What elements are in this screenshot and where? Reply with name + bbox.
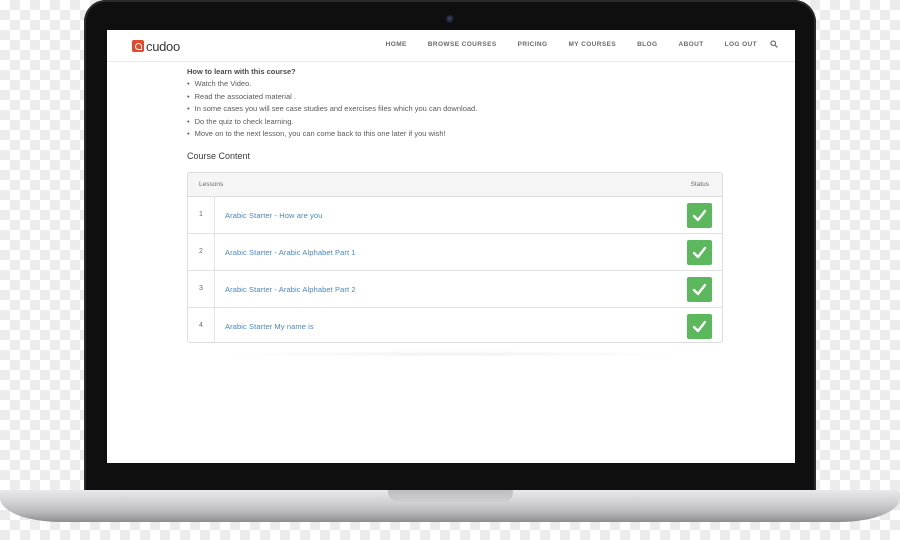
checkmark-icon <box>692 246 707 259</box>
howto-item: Read the associated material . <box>187 91 477 104</box>
nav-log-out[interactable]: LOG OUT <box>725 41 757 48</box>
lesson-link[interactable]: Arabic Starter - Arabic Alphabet Part 1 <box>225 248 356 257</box>
camera-icon <box>446 15 455 24</box>
lesson-number: 4 <box>199 322 203 329</box>
table-row: 4 Arabic Starter My name is <box>188 308 722 344</box>
lesson-number: 1 <box>199 211 203 218</box>
logo-text: cudoo <box>146 38 180 54</box>
checkmark-icon <box>692 209 707 222</box>
nav-my-courses[interactable]: MY COURSES <box>568 41 616 48</box>
checkmark-icon <box>692 320 707 333</box>
lesson-number: 3 <box>199 285 203 292</box>
nav-browse-courses[interactable]: BROWSE COURSES <box>428 41 497 48</box>
lesson-number: 2 <box>199 248 203 255</box>
status-complete-badge <box>687 314 712 339</box>
nav-home[interactable]: HOME <box>386 41 407 48</box>
checkmark-icon <box>692 283 707 296</box>
nav-about[interactable]: ABOUT <box>678 41 703 48</box>
laptop-base-notch <box>388 490 513 502</box>
lesson-link[interactable]: Arabic Starter - Arabic Alphabet Part 2 <box>225 285 356 294</box>
howto-item: Watch the Video. <box>187 78 477 91</box>
top-navbar: cudoo HOME BROWSE COURSES PRICING MY COU… <box>107 30 795 62</box>
browser-screen: cudoo HOME BROWSE COURSES PRICING MY COU… <box>107 30 795 463</box>
nav-pricing[interactable]: PRICING <box>518 41 548 48</box>
header-status: Status <box>690 181 709 188</box>
lesson-link[interactable]: Arabic Starter My name is <box>225 322 314 331</box>
status-complete-badge <box>687 240 712 265</box>
table-row: 2 Arabic Starter - Arabic Alphabet Part … <box>188 234 722 271</box>
status-complete-badge <box>687 277 712 302</box>
table-row: 1 Arabic Starter - How are you <box>188 197 722 234</box>
cudoo-logo[interactable]: cudoo <box>132 38 180 54</box>
howto-title: How to learn with this course? <box>187 67 296 76</box>
table-header: Lessons Status <box>188 173 722 197</box>
howto-item: Do the quiz to check learning. <box>187 116 477 129</box>
howto-list: Watch the Video. Read the associated mat… <box>187 78 478 141</box>
howto-item: Move on to the next lesson, you can come… <box>187 128 477 141</box>
decorative-shadow <box>217 351 687 357</box>
lessons-table: Lessons Status 1 Arabic Starter - How ar… <box>187 172 723 343</box>
course-content-title: Course Content <box>187 151 251 161</box>
nav-links: HOME BROWSE COURSES PRICING MY COURSES B… <box>365 41 757 48</box>
header-lessons: Lessons <box>199 181 224 188</box>
table-row: 3 Arabic Starter - Arabic Alphabet Part … <box>188 271 722 308</box>
howto-item: In some cases you will see case studies … <box>187 103 478 116</box>
status-complete-badge <box>687 203 712 228</box>
lesson-link[interactable]: Arabic Starter - How are you <box>225 211 322 220</box>
nav-blog[interactable]: BLOG <box>637 41 657 48</box>
search-icon[interactable] <box>770 40 778 48</box>
cudoo-logo-icon <box>132 40 144 52</box>
